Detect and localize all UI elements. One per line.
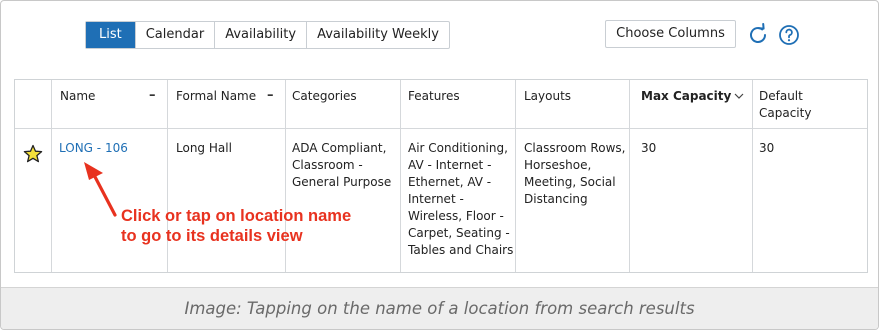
refresh-icon[interactable]	[746, 23, 770, 47]
annotation-line: to go to its details view	[121, 227, 303, 245]
cell-line: Horseshoe,	[524, 158, 592, 172]
header-layouts[interactable]: Layouts	[524, 88, 571, 105]
header-formal-name[interactable]: Formal Name	[176, 88, 256, 105]
choose-columns-button[interactable]: Choose Columns	[605, 20, 736, 48]
cell-line: Classroom Rows,	[524, 141, 626, 155]
tab-calendar[interactable]: Calendar	[136, 22, 216, 48]
caption-bar: Image: Tapping on the name of a location…	[1, 287, 878, 329]
header-divider	[15, 128, 867, 129]
header-features[interactable]: Features	[408, 88, 460, 105]
header-default-capacity-line: Default	[759, 89, 803, 103]
view-tabs: List Calendar Availability Availability …	[85, 21, 450, 49]
cell-line: Distancing	[524, 192, 588, 206]
location-name-link[interactable]: LONG - 106	[59, 140, 128, 157]
header-max-capacity[interactable]: Max Capacity	[641, 88, 731, 105]
column-divider	[51, 80, 52, 272]
cell-line: Meeting, Social	[524, 175, 616, 189]
cell-line: General Purpose	[292, 175, 392, 189]
star-icon[interactable]	[23, 144, 43, 164]
image-caption: Image: Tapping on the name of a location…	[184, 299, 695, 318]
cell-line: Internet -	[408, 192, 464, 206]
formal-name-cell: Long Hall	[176, 141, 232, 155]
sort-indicator-name[interactable]: –	[149, 88, 156, 103]
column-divider	[752, 80, 753, 272]
cell-line: Tables and Chairs	[408, 243, 514, 257]
screenshot-frame: List Calendar Availability Availability …	[0, 0, 879, 330]
tab-availability[interactable]: Availability	[215, 22, 308, 48]
layouts-cell: Classroom Rows, Horseshoe, Meeting, Soci…	[524, 140, 625, 208]
sort-indicator-formal-name[interactable]: –	[267, 88, 274, 103]
cell-line: Classroom -	[292, 158, 363, 172]
cell-line: Air Conditioning,	[408, 141, 508, 155]
tab-list[interactable]: List	[86, 22, 136, 48]
features-cell: Air Conditioning, AV - Internet - Ethern…	[408, 140, 513, 259]
annotation-text: Click or tap on location name to go to i…	[121, 206, 401, 246]
tab-availability-weekly[interactable]: Availability Weekly	[307, 22, 449, 48]
cell-line: Carpet, Seating -	[408, 226, 510, 240]
categories-cell: ADA Compliant, Classroom - General Purpo…	[292, 140, 391, 191]
cell-line: AV - Internet -	[408, 158, 492, 172]
cell-line: ADA Compliant,	[292, 141, 387, 155]
help-icon[interactable]	[777, 23, 801, 47]
header-default-capacity-line: Capacity	[759, 106, 812, 120]
max-capacity-cell: 30	[641, 141, 657, 155]
default-capacity-cell: 30	[759, 141, 775, 155]
cell-line: Wireless, Floor -	[408, 209, 504, 223]
chevron-down-icon[interactable]	[734, 91, 744, 101]
column-divider	[515, 80, 516, 272]
cell-line: Ethernet, AV -	[408, 175, 492, 189]
header-name[interactable]: Name	[60, 88, 95, 105]
header-categories[interactable]: Categories	[292, 88, 357, 105]
column-divider	[629, 80, 630, 272]
header-default-capacity[interactable]: Default Capacity	[759, 88, 811, 122]
annotation-line: Click or tap on location name	[121, 207, 352, 225]
